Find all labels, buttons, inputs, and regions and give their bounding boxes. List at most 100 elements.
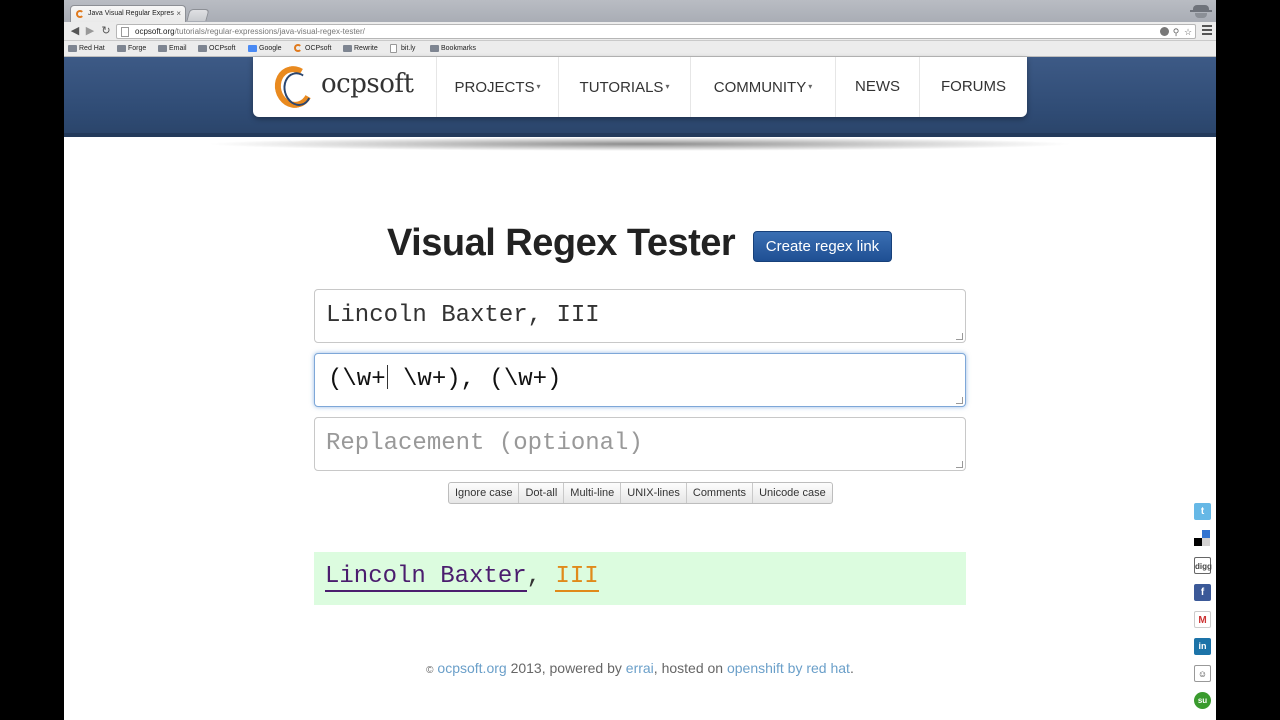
bookmark-star-icon[interactable]: ☆: [1183, 27, 1193, 37]
flag-button[interactable]: Ignore case: [449, 483, 518, 503]
footer-hosted-text: , hosted on: [653, 660, 727, 676]
bookmarks-bar: Red Hat Forge Email OCPsoft Google OCPsoft Rew…: [64, 41, 1216, 57]
caret-down-icon: ▾: [536, 82, 541, 91]
text-cursor: [386, 365, 388, 389]
page-title: Visual Regex Tester: [387, 222, 736, 264]
bookmark-item[interactable]: Email: [158, 44, 187, 54]
match-separator: ,: [526, 563, 556, 590]
nav-forums[interactable]: FORUMS: [919, 57, 1027, 117]
bookmark-item[interactable]: OCPsoft: [198, 44, 235, 54]
match-group-1: Lincoln Baxter: [325, 563, 527, 592]
openshift-link[interactable]: openshift by red hat: [727, 660, 850, 676]
footer-year-text: 2013, powered by: [506, 660, 626, 676]
address-bar[interactable]: ocpsoft.org/tutorials/regular-expression…: [116, 24, 1196, 39]
twitter-icon[interactable]: t: [1194, 503, 1211, 520]
bookmark-label: Email: [169, 45, 187, 52]
nav-tutorials-label: TUTORIALS: [579, 79, 664, 96]
url-domain: ocpsoft.org: [135, 27, 175, 36]
tab-active[interactable]: Java Visual Regular Expres ×: [70, 5, 186, 23]
copyright-icon: ©: [426, 665, 434, 676]
header-shadow: [204, 137, 1076, 151]
nav-community[interactable]: COMMUNITY ▾: [690, 57, 835, 117]
digg-icon[interactable]: digg: [1194, 557, 1212, 574]
search-icon[interactable]: ⚲: [1171, 27, 1181, 37]
tab-title: Java Visual Regular Expres: [88, 10, 174, 17]
screen: Java Visual Regular Expres × ◀ ▶ ↻ ocpso…: [0, 0, 1280, 720]
caret-down-icon: ▾: [808, 82, 813, 91]
flag-button[interactable]: UNIX-lines: [620, 483, 686, 503]
match-result: Lincoln Baxter, III: [314, 552, 966, 605]
flag-button[interactable]: Unicode case: [752, 483, 832, 503]
nav-forums-label: FORUMS: [941, 78, 1006, 95]
folder-icon: [158, 45, 167, 52]
gmail-icon[interactable]: M: [1194, 611, 1211, 628]
logo-text: ocpsoft: [321, 69, 414, 99]
text-input[interactable]: Lincoln Baxter, III: [314, 289, 966, 343]
bookmark-item[interactable]: Bookmarks: [430, 44, 476, 54]
nav-projects[interactable]: PROJECTS ▾: [436, 57, 558, 117]
caret-down-icon: ▾: [665, 82, 670, 91]
text-input-value: Lincoln Baxter, III: [326, 302, 600, 329]
regex-flags-group: Ignore case Dot-all Multi-line UNIX-lines Co…: [448, 482, 833, 504]
regex-input[interactable]: (\w+ \w+), (\w+): [314, 353, 966, 407]
back-arrow-icon[interactable]: ◀: [68, 24, 82, 38]
bookmark-item[interactable]: Red Hat: [68, 44, 105, 54]
resize-grip-icon[interactable]: [956, 397, 963, 404]
footer-end: .: [849, 660, 854, 676]
tab-close-icon[interactable]: ×: [176, 9, 181, 18]
url-path: /tutorials/regular-expressions/java-visu…: [174, 27, 365, 36]
folder-icon: [198, 45, 207, 52]
replacement-placeholder: Replacement (optional): [326, 430, 643, 457]
reload-icon[interactable]: ↻: [99, 24, 113, 38]
create-regex-link-button[interactable]: Create regex link: [753, 231, 892, 262]
flag-button[interactable]: Dot-all: [518, 483, 563, 503]
bookmark-label: Forge: [128, 45, 147, 52]
folder-icon: [430, 45, 439, 52]
facebook-icon[interactable]: f: [1194, 584, 1211, 601]
tab-strip: Java Visual Regular Expres ×: [64, 0, 1216, 23]
bookmark-item[interactable]: Forge: [117, 44, 146, 54]
regex-before-cursor: (\w+: [328, 366, 386, 393]
replacement-input[interactable]: Replacement (optional): [314, 417, 966, 471]
new-tab-button[interactable]: [186, 9, 210, 21]
bookmark-label: OCPsoft: [209, 45, 236, 52]
ocpsoft-link[interactable]: ocpsoft.org: [437, 660, 506, 676]
bookmark-item[interactable]: OCPsoft: [294, 44, 331, 54]
reddit-icon[interactable]: ☺: [1194, 665, 1211, 682]
ocpsoft-logo[interactable]: ocpsoft: [270, 61, 425, 113]
flag-button[interactable]: Comments: [685, 483, 752, 503]
match-group-2: III: [555, 563, 599, 592]
nav-news[interactable]: NEWS: [835, 57, 919, 117]
linkedin-icon[interactable]: in: [1194, 638, 1211, 655]
stumbleupon-icon[interactable]: su: [1194, 692, 1211, 709]
flag-button[interactable]: Multi-line: [563, 483, 620, 503]
rss-icon[interactable]: [1160, 27, 1169, 36]
nav-community-label: COMMUNITY: [713, 79, 807, 96]
nav-tutorials[interactable]: TUTORIALS ▾: [558, 57, 690, 117]
folder-icon: [343, 45, 352, 52]
bookmark-label: Red Hat: [79, 45, 105, 52]
page-icon: [390, 44, 397, 53]
browser-window: Java Visual Regular Expres × ◀ ▶ ↻ ocpso…: [64, 0, 1216, 720]
bookmark-label: Google: [259, 45, 282, 52]
bookmark-label: bit.ly: [401, 45, 416, 52]
resize-grip-icon[interactable]: [956, 461, 963, 468]
delicious-icon[interactable]: [1194, 530, 1211, 547]
page-icon: [121, 27, 129, 37]
bookmark-label: Rewrite: [354, 45, 378, 52]
forward-arrow-icon[interactable]: ▶: [83, 24, 97, 38]
bookmark-label: Bookmarks: [441, 45, 477, 52]
ocpsoft-icon: [294, 44, 302, 52]
resize-grip-icon[interactable]: [956, 333, 963, 340]
url-text[interactable]: ocpsoft.org/tutorials/regular-expression…: [135, 27, 365, 36]
browser-toolbar: ◀ ▶ ↻ ocpsoft.org/tutorials/regular-expr…: [64, 22, 1216, 41]
bookmark-item[interactable]: bit.ly: [390, 44, 415, 54]
regex-after-cursor: \w+), (\w+): [388, 366, 562, 393]
bookmark-label: OCPsoft: [305, 45, 332, 52]
folder-icon: [117, 45, 126, 52]
logo-c-icon: [270, 61, 318, 113]
bookmark-item[interactable]: Google: [248, 44, 282, 54]
menu-icon[interactable]: [1202, 25, 1212, 37]
errai-link[interactable]: errai: [626, 660, 654, 676]
bookmark-item[interactable]: Rewrite: [343, 44, 378, 54]
